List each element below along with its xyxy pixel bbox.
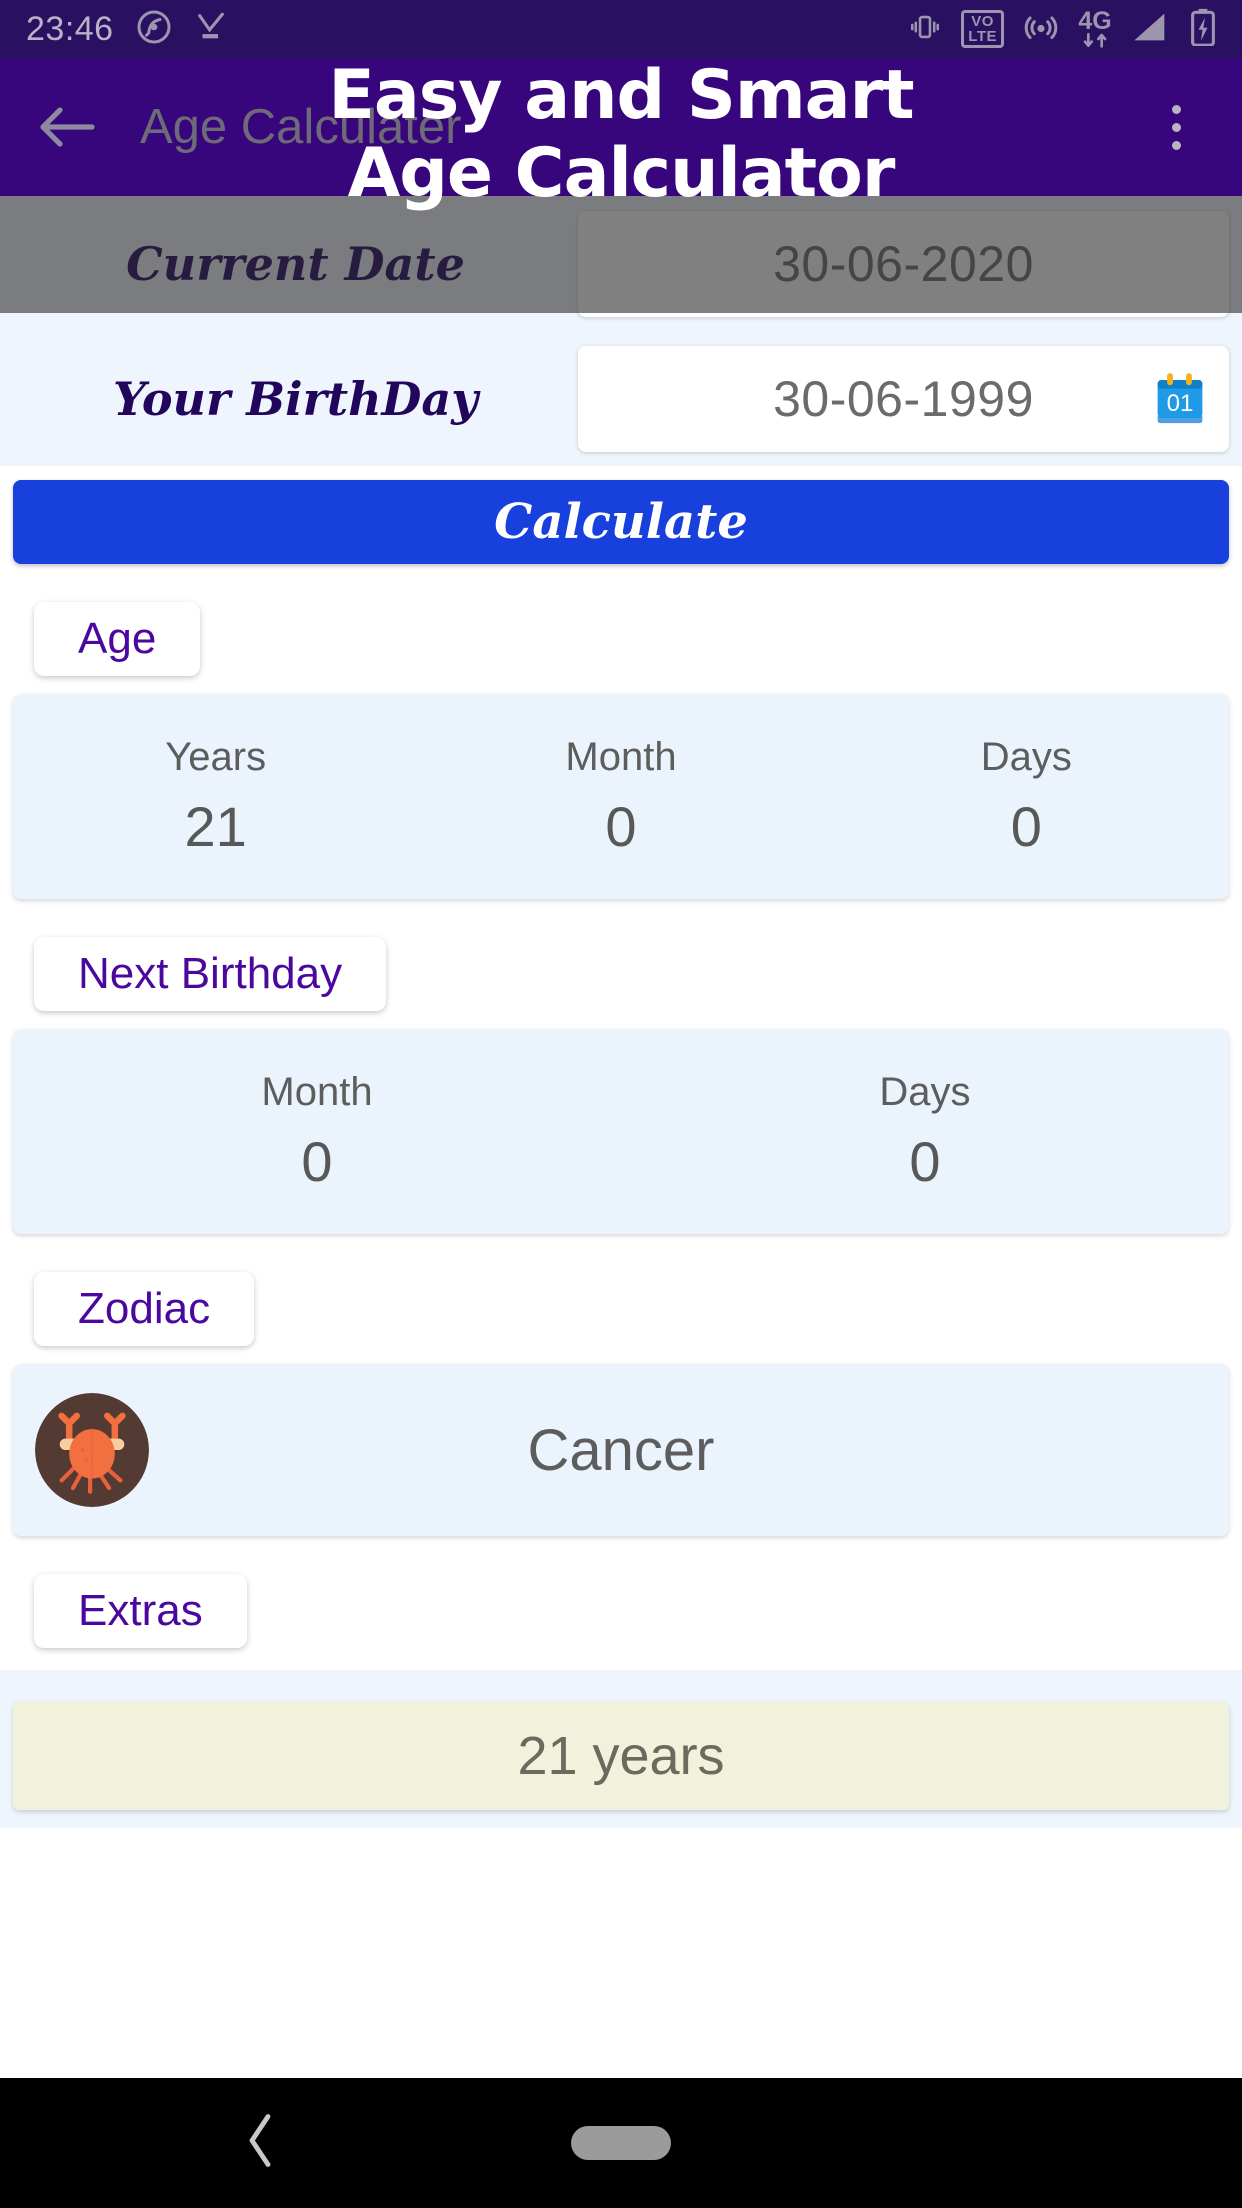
- volte-bottom-label: LTE: [968, 28, 997, 45]
- back-arrow-icon[interactable]: [36, 96, 98, 158]
- extras-result-card: 21 years: [13, 1702, 1229, 1810]
- age-years-label: Years: [165, 734, 267, 779]
- signal-icon: [1131, 10, 1171, 49]
- calculate-button-wrapper: Calculate: [0, 466, 1242, 564]
- vibrate-icon: [908, 10, 942, 49]
- age-month-value: 0: [605, 794, 637, 858]
- network-4g-label: 4G: [1078, 7, 1112, 35]
- age-days-value: 0: [1010, 794, 1042, 858]
- next-birthday-month-column: Month 0: [13, 1029, 621, 1234]
- overflow-dot: [1171, 140, 1181, 150]
- age-month-label: Month: [565, 734, 677, 779]
- birthday-value: 30-06-1999: [773, 370, 1034, 427]
- calculate-button[interactable]: Calculate: [13, 480, 1229, 564]
- current-date-field: 30-06-2020: [578, 210, 1229, 317]
- next-birthday-days-column: Days 0: [621, 1029, 1229, 1234]
- next-birthday-section-header: Next Birthday: [34, 937, 387, 1011]
- phone-screen: 23:46 VO LTE 4G Age Calculater Current D…: [0, 0, 1242, 2208]
- overflow-dot: [1171, 104, 1181, 114]
- birthday-label: Your BirthDay: [113, 371, 478, 426]
- overflow-dot: [1171, 122, 1181, 132]
- volte-icon: VO LTE: [961, 10, 1004, 48]
- data-transfer-arrows-icon: [1083, 33, 1107, 48]
- extras-value: 21 years: [517, 1726, 725, 1786]
- page-title: Age Calculater: [140, 100, 462, 154]
- download-complete-icon: [194, 10, 228, 49]
- status-bar-clock: 23:46: [26, 9, 114, 48]
- extras-section-header-row: Extras: [0, 1536, 1242, 1648]
- zodiac-section-header-row: Zodiac: [0, 1234, 1242, 1346]
- extras-section-header: Extras: [34, 1574, 247, 1648]
- age-result-card: Years 21 Month 0 Days 0: [13, 694, 1229, 899]
- birthday-row: Your BirthDay 30-06-1999 01: [0, 331, 1242, 466]
- svg-text:01: 01: [1167, 390, 1194, 417]
- next-birthday-month-label: Month: [261, 1069, 373, 1114]
- birthday-field[interactable]: 30-06-1999 01: [578, 345, 1229, 452]
- current-date-label: Current Date: [126, 236, 465, 291]
- system-navigation-bar: [0, 2078, 1242, 2208]
- age-section-header: Age: [34, 602, 201, 676]
- calendar-icon[interactable]: 01: [1149, 368, 1211, 430]
- extras-panel: 21 years: [0, 1670, 1242, 1828]
- network-4g-icon: 4G: [1078, 9, 1112, 49]
- next-birthday-section-header-row: Next Birthday: [0, 899, 1242, 1011]
- next-birthday-days-value: 0: [909, 1129, 941, 1193]
- next-birthday-month-value: 0: [301, 1129, 333, 1193]
- age-years-column: Years 21: [13, 694, 418, 899]
- next-birthday-result-card: Month 0 Days 0: [13, 1029, 1229, 1234]
- main-content: Current Date 30-06-2020 Your BirthDay 30…: [0, 196, 1242, 2078]
- date-inputs-panel: Current Date 30-06-2020 Your BirthDay 30…: [0, 196, 1242, 466]
- age-years-value: 21: [184, 794, 247, 858]
- age-days-column: Days 0: [824, 694, 1229, 899]
- age-section-header-row: Age: [0, 564, 1242, 676]
- age-month-column: Month 0: [418, 694, 823, 899]
- status-bar-right: VO LTE 4G: [908, 8, 1216, 51]
- nav-back-icon[interactable]: [240, 2111, 280, 2176]
- status-bar-left: 23:46: [26, 9, 228, 50]
- age-days-label: Days: [980, 734, 1072, 779]
- current-date-row: Current Date 30-06-2020: [0, 196, 1242, 331]
- hotspot-icon: [1023, 9, 1059, 50]
- status-bar: 23:46 VO LTE 4G: [0, 0, 1242, 58]
- data-saver-icon: [136, 9, 172, 50]
- battery-charging-icon: [1190, 8, 1216, 51]
- zodiac-section-header: Zodiac: [34, 1272, 255, 1346]
- next-birthday-days-label: Days: [879, 1069, 971, 1114]
- current-date-value: 30-06-2020: [773, 235, 1034, 292]
- zodiac-sign-value: Cancer: [527, 1417, 715, 1483]
- zodiac-result-card: Cancer: [13, 1364, 1229, 1536]
- nav-home-pill-icon[interactable]: [571, 2126, 671, 2160]
- overflow-menu-icon[interactable]: [1146, 92, 1206, 162]
- app-bar: Age Calculater: [0, 58, 1242, 196]
